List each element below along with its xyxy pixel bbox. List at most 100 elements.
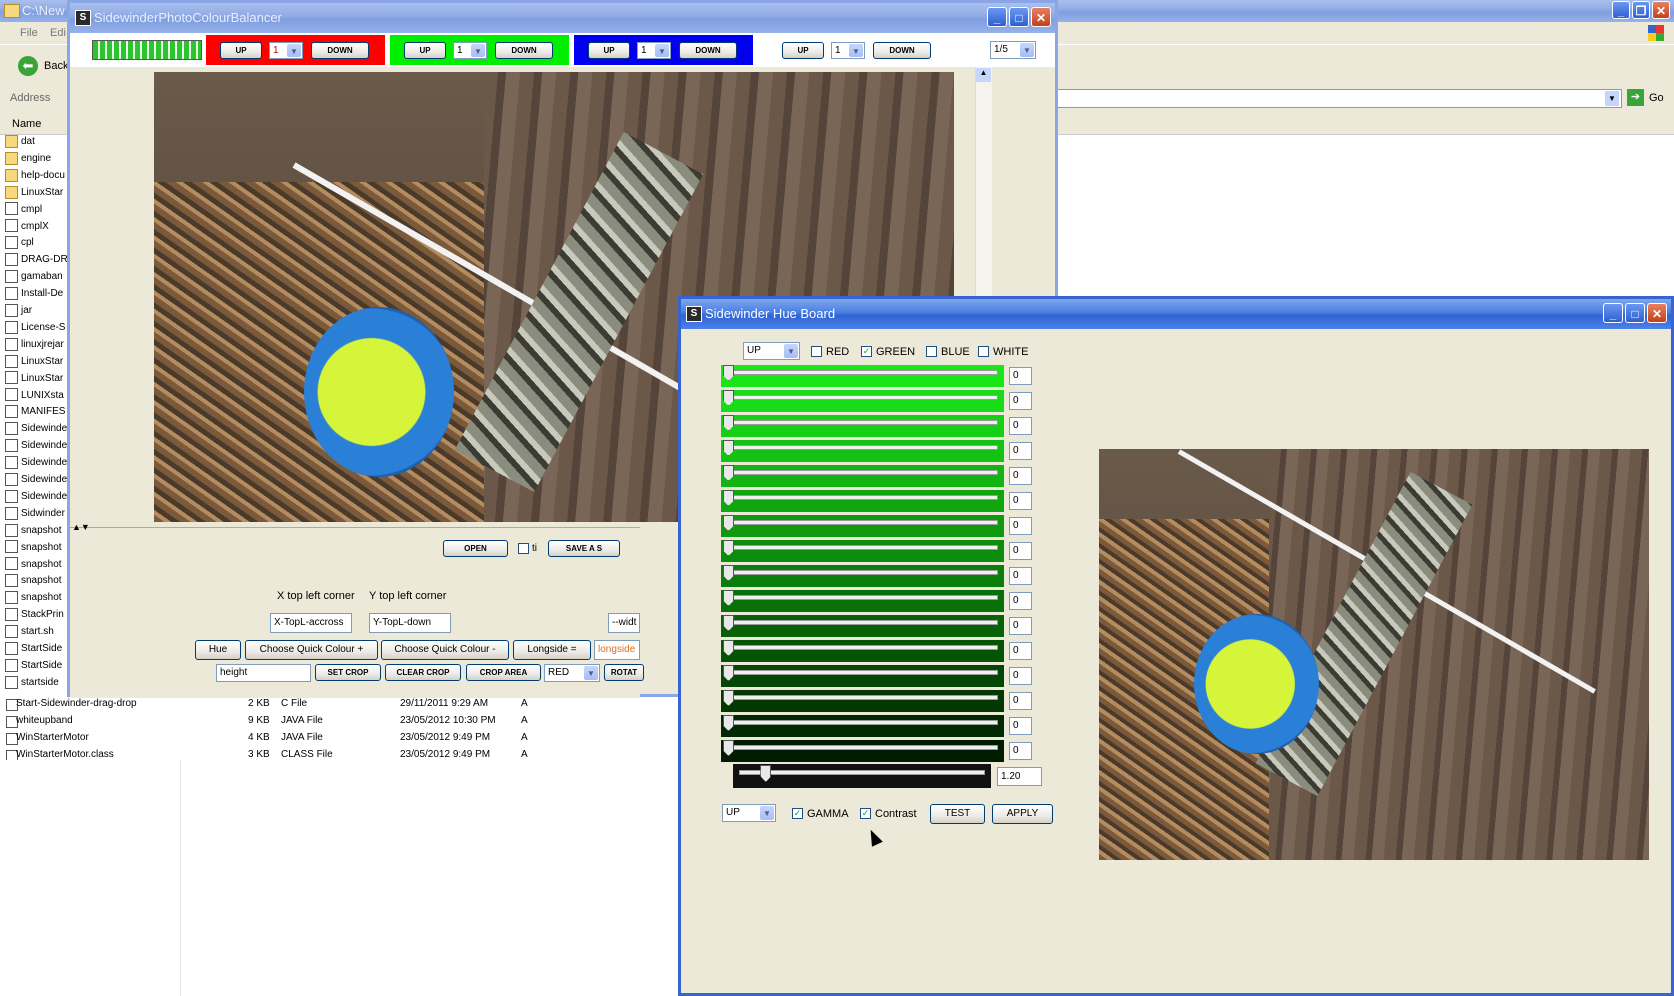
gamma-slider-thumb[interactable] xyxy=(760,765,772,782)
save-as-button[interactable]: SAVE A S xyxy=(548,540,620,557)
hue-slider-thumb[interactable] xyxy=(723,565,734,581)
test-button[interactable]: TEST xyxy=(930,804,985,824)
hue-slider-thumb[interactable] xyxy=(723,490,734,506)
hue-button[interactable]: Hue xyxy=(195,640,241,660)
hue-slider[interactable] xyxy=(721,540,1004,562)
bottom-direction-select[interactable]: UP ▼ xyxy=(722,804,776,822)
hue-slider-value[interactable]: 0 xyxy=(1009,567,1032,585)
hueboard-minimize-button[interactable]: _ xyxy=(1603,303,1623,323)
ti-checkbox[interactable] xyxy=(518,543,529,554)
hue-slider[interactable] xyxy=(721,415,1004,437)
red-step-select[interactable]: 1 ▼ xyxy=(269,42,303,59)
go-arrow-icon[interactable]: ➔ xyxy=(1627,89,1644,106)
channel-select[interactable]: RED ▼ xyxy=(544,664,600,682)
hue-slider-thumb[interactable] xyxy=(723,415,734,431)
file-list-item[interactable]: start.sh xyxy=(5,624,54,640)
set-crop-button[interactable]: SET CROP xyxy=(315,664,381,681)
y-top-left-input[interactable]: Y-TopL-down xyxy=(369,613,451,633)
gamma-checkbox[interactable]: ✓ xyxy=(792,808,803,819)
balancer-close-button[interactable]: ✕ xyxy=(1031,7,1051,27)
splitter-arrows-icon[interactable]: ▲▼ xyxy=(72,522,90,532)
open-button[interactable]: OPEN xyxy=(443,540,508,557)
detail-row[interactable]: whiteupband 9 KB JAVA File 23/05/2012 10:30… xyxy=(0,713,640,729)
address-input[interactable] xyxy=(1056,89,1622,108)
file-list-item[interactable]: StartSide xyxy=(5,658,62,674)
hue-slider[interactable] xyxy=(721,690,1004,712)
file-list-item[interactable]: Sidewinde xyxy=(5,455,67,471)
file-list-item[interactable]: LinuxStar xyxy=(5,354,63,370)
hue-slider-thumb[interactable] xyxy=(723,740,734,756)
hue-slider[interactable] xyxy=(721,740,1004,762)
hue-slider[interactable] xyxy=(721,590,1004,612)
contrast-checkbox[interactable]: ✓ xyxy=(860,808,871,819)
hue-slider-thumb[interactable] xyxy=(723,365,734,381)
hue-slider-value[interactable]: 0 xyxy=(1009,642,1032,660)
explorer-minimize-button[interactable]: _ xyxy=(1612,1,1630,19)
scroll-up-icon[interactable]: ▲ xyxy=(976,68,991,82)
height-input[interactable]: height xyxy=(216,664,311,682)
file-list-item[interactable]: LinuxStar xyxy=(5,185,63,201)
hue-slider-value[interactable]: 0 xyxy=(1009,742,1032,760)
hue-slider[interactable] xyxy=(721,490,1004,512)
crop-area-button[interactable]: CROP AREA xyxy=(466,664,541,681)
explorer-close-button[interactable]: ✕ xyxy=(1652,1,1670,19)
hue-slider-thumb[interactable] xyxy=(723,715,734,731)
gamma-value-field[interactable]: 1.20 xyxy=(997,767,1042,786)
hue-slider-thumb[interactable] xyxy=(723,665,734,681)
file-list-item[interactable]: cmpl xyxy=(5,202,42,218)
hue-slider[interactable] xyxy=(721,665,1004,687)
file-list-item[interactable]: linuxjrejar xyxy=(5,337,64,353)
back-arrow-icon[interactable]: ⬅ xyxy=(18,56,38,76)
file-list-item[interactable]: snapshot xyxy=(5,557,62,573)
green-up-button[interactable]: UP xyxy=(404,42,446,59)
file-list-item[interactable]: LUNIXsta xyxy=(5,388,64,404)
balancer-minimize-button[interactable]: _ xyxy=(987,7,1007,27)
file-list-item[interactable]: StackPrin xyxy=(5,607,64,623)
file-list-item[interactable]: snapshot xyxy=(5,523,62,539)
file-list-item[interactable]: Sidwinder xyxy=(5,506,65,522)
blue-checkbox[interactable] xyxy=(926,346,937,357)
hue-slider-value[interactable]: 0 xyxy=(1009,467,1032,485)
hue-slider-value[interactable]: 0 xyxy=(1009,392,1032,410)
hue-slider-thumb[interactable] xyxy=(723,615,734,631)
clear-crop-button[interactable]: CLEAR CROP xyxy=(385,664,461,681)
green-checkbox[interactable]: ✓ xyxy=(861,346,872,357)
x-top-left-input[interactable]: X-TopL-accross xyxy=(270,613,352,633)
gamma-slider[interactable] xyxy=(733,764,991,788)
quick-colour-minus-button[interactable]: Choose Quick Colour - xyxy=(381,640,509,660)
hueboard-maximize-button[interactable]: □ xyxy=(1625,303,1645,323)
name-column-header[interactable]: Name xyxy=(12,118,41,130)
green-step-select[interactable]: 1 ▼ xyxy=(453,42,487,59)
hue-slider[interactable] xyxy=(721,515,1004,537)
hue-slider-value[interactable]: 0 xyxy=(1009,667,1032,685)
menu-file[interactable]: File xyxy=(20,27,38,39)
file-list-item[interactable]: engine xyxy=(5,151,51,167)
file-list-item[interactable]: LinuxStar xyxy=(5,371,63,387)
file-list-item[interactable]: gamaban xyxy=(5,269,63,285)
red-up-button[interactable]: UP xyxy=(220,42,262,59)
white-checkbox[interactable] xyxy=(978,346,989,357)
hue-slider[interactable] xyxy=(721,365,1004,387)
address-dropdown-icon[interactable]: ▼ xyxy=(1605,91,1619,106)
file-list-item[interactable]: DRAG-DR xyxy=(5,252,68,268)
direction-select[interactable]: UP ▼ xyxy=(743,342,800,360)
file-list-item[interactable]: cpl xyxy=(5,235,34,251)
file-list-item[interactable]: cmplX xyxy=(5,219,49,235)
red-down-button[interactable]: DOWN xyxy=(311,42,369,59)
file-list-item[interactable]: Sidewinde xyxy=(5,421,67,437)
white-step-select[interactable]: 1 ▼ xyxy=(831,42,865,59)
explorer-restore-button[interactable]: ❐ xyxy=(1632,1,1650,19)
hue-slider[interactable] xyxy=(721,440,1004,462)
hue-slider-thumb[interactable] xyxy=(723,690,734,706)
hue-slider-thumb[interactable] xyxy=(723,465,734,481)
width-input[interactable]: --widt xyxy=(608,613,640,633)
hueboard-close-button[interactable]: ✕ xyxy=(1647,303,1667,323)
hue-slider-thumb[interactable] xyxy=(723,515,734,531)
hue-slider-thumb[interactable] xyxy=(723,540,734,556)
red-checkbox[interactable] xyxy=(811,346,822,357)
hue-slider-value[interactable]: 0 xyxy=(1009,542,1032,560)
file-list-item[interactable]: Install-De xyxy=(5,286,63,302)
apply-button[interactable]: APPLY xyxy=(992,804,1053,824)
hue-slider-value[interactable]: 0 xyxy=(1009,417,1032,435)
hue-slider-value[interactable]: 0 xyxy=(1009,617,1032,635)
